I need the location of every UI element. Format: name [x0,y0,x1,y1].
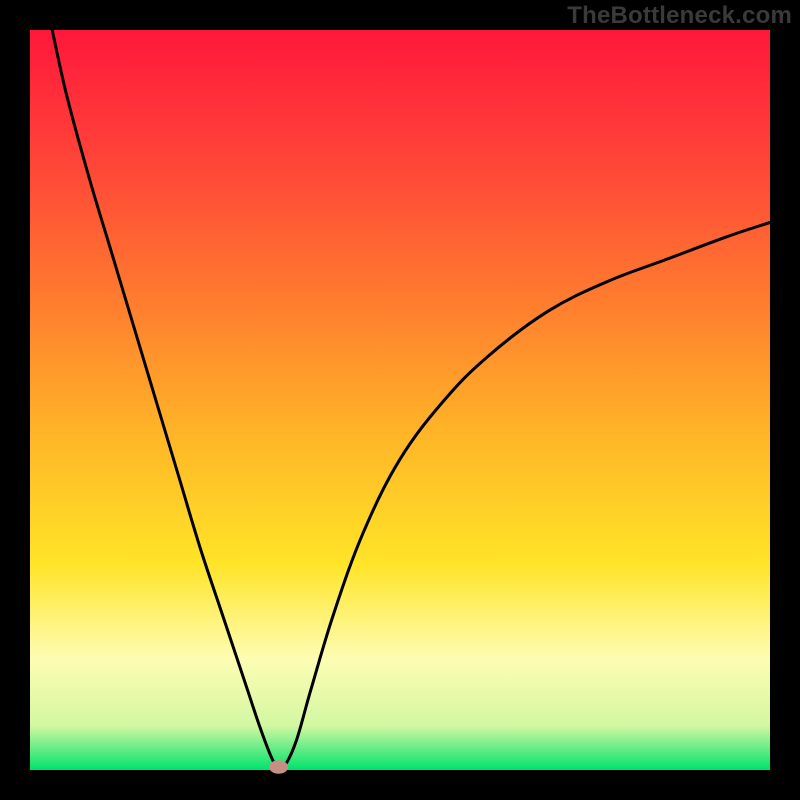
bottleneck-chart [0,0,800,800]
plot-background [30,30,770,770]
watermark-text: TheBottleneck.com [567,2,792,30]
chart-frame: TheBottleneck.com [0,0,800,800]
optimal-point-marker [269,760,288,773]
